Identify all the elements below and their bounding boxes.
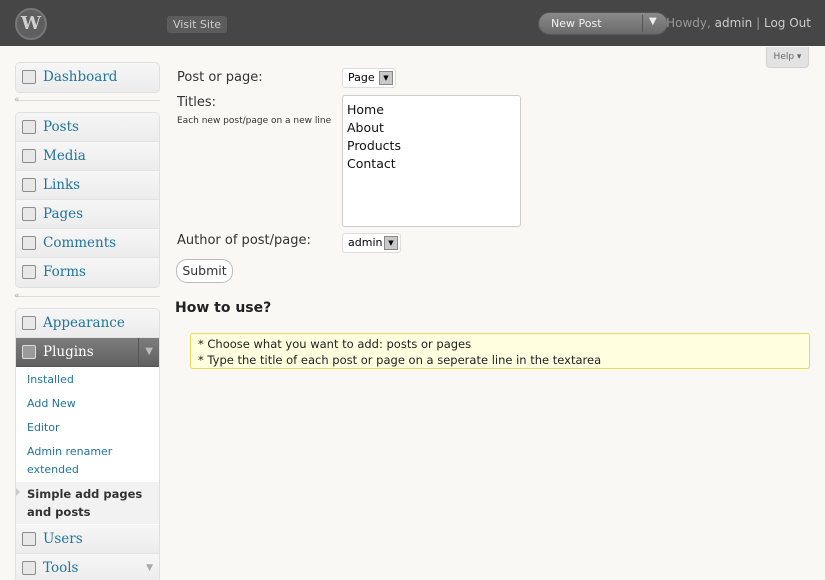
sidebar-item-forms[interactable]: Forms xyxy=(16,258,159,287)
wordpress-logo-icon[interactable]: W xyxy=(15,8,47,40)
forms-icon xyxy=(22,265,36,279)
submenu-item-simple-add-pages[interactable]: Simple add pages and posts xyxy=(16,482,159,524)
sidebar-item-label: Dashboard xyxy=(43,69,118,85)
title-line: Contact xyxy=(347,156,396,171)
sidebar-item-label: Appearance xyxy=(43,315,125,331)
appearance-icon xyxy=(22,316,36,330)
collapse-arrow-icon[interactable]: « xyxy=(14,291,20,301)
how-to-use-box: * Choose what you want to add: posts or … xyxy=(190,333,810,369)
how-to-use-heading: How to use? xyxy=(175,300,272,316)
logout-link[interactable]: Log Out xyxy=(764,16,811,30)
sidebar-item-label: Plugins xyxy=(43,344,94,360)
dashboard-icon xyxy=(22,70,36,84)
submenu-item-admin-renamer[interactable]: Admin renamer extended xyxy=(16,440,159,482)
sidebar-item-users[interactable]: Users xyxy=(16,525,159,554)
sidebar-item-label: Users xyxy=(43,531,83,547)
sidebar-item-label: Comments xyxy=(43,235,117,251)
sidebar-item-label: Posts xyxy=(43,119,79,135)
submenu-item-editor[interactable]: Editor xyxy=(16,416,159,440)
new-post-divider xyxy=(642,15,643,32)
post-type-select[interactable]: Page ▼ xyxy=(342,68,396,88)
collapse-arrow-icon[interactable]: « xyxy=(14,95,20,105)
chevron-down-icon[interactable]: ▼ xyxy=(145,338,153,366)
menu-separator xyxy=(15,296,160,297)
sidebar-item-dashboard[interactable]: Dashboard xyxy=(16,63,159,92)
help-tab[interactable]: Help ▾ xyxy=(766,47,809,68)
pages-icon xyxy=(22,207,36,221)
title-line: Home xyxy=(347,102,384,117)
sidebar-item-label: Forms xyxy=(43,264,86,280)
user-profile-link[interactable]: admin xyxy=(715,16,753,30)
menu-separator xyxy=(15,100,160,101)
tools-icon xyxy=(22,561,36,575)
pin-icon xyxy=(22,120,36,134)
title-line: About xyxy=(347,120,384,135)
user-greeting: Howdy, admin | Log Out xyxy=(666,16,811,30)
title-line: Products xyxy=(347,138,401,153)
sidebar-item-appearance[interactable]: Appearance xyxy=(16,309,159,338)
header-divider: | xyxy=(756,16,761,30)
sidebar-item-plugins[interactable]: Plugins ▼ xyxy=(16,338,159,367)
admin-header: W Visit Site New Post ▼ Howdy, admin | L… xyxy=(0,0,825,46)
chain-link-icon xyxy=(22,178,36,192)
sidebar-item-label: Pages xyxy=(43,206,84,222)
submenu-item-add-new[interactable]: Add New xyxy=(16,392,159,416)
author-label: Author of post/page: xyxy=(177,233,311,248)
chevron-down-icon[interactable]: ▼ xyxy=(649,16,657,27)
titles-label: Titles: xyxy=(177,95,217,110)
submenu-item-installed[interactable]: Installed xyxy=(16,368,159,392)
sidebar-item-label: Media xyxy=(43,148,86,164)
titles-textarea[interactable]: Home About Products Contact xyxy=(342,95,521,227)
sidebar-item-comments[interactable]: Comments xyxy=(16,229,159,258)
author-select[interactable]: admin ▼ xyxy=(342,233,401,253)
instruction-line: * Type the title of each post or page on… xyxy=(198,353,602,367)
sidebar-item-pages[interactable]: Pages xyxy=(16,200,159,229)
chevron-down-icon[interactable]: ▼ xyxy=(384,236,398,250)
plugins-submenu: Installed Add New Editor Admin renamer e… xyxy=(16,367,159,525)
sidebar-item-label: Links xyxy=(43,177,81,193)
instruction-line: * Choose what you want to add: posts or … xyxy=(198,337,472,351)
users-icon xyxy=(22,532,36,546)
sidebar-item-tools[interactable]: Tools ▼ xyxy=(16,554,159,580)
post-or-page-label: Post or page: xyxy=(177,70,263,85)
sidebar-item-label: Tools xyxy=(43,560,79,576)
menu-group-content: Posts Media Links Pages Comments Forms xyxy=(15,112,160,288)
menu-group-dashboard: Dashboard xyxy=(15,62,160,93)
chevron-down-icon[interactable]: ▼ xyxy=(379,71,393,85)
chevron-down-icon[interactable]: ▼ xyxy=(146,554,153,580)
howdy-text: Howdy, xyxy=(666,16,711,30)
media-icon xyxy=(22,149,36,163)
sidebar-item-links[interactable]: Links xyxy=(16,171,159,200)
author-value: admin xyxy=(348,236,383,249)
post-type-value: Page xyxy=(348,71,375,84)
new-post-label[interactable]: New Post xyxy=(551,17,602,30)
submit-button[interactable]: Submit xyxy=(176,259,233,283)
titles-hint: Each new post/page on a new line xyxy=(177,116,332,126)
comment-bubble-icon xyxy=(22,236,36,250)
visit-site-button[interactable]: Visit Site xyxy=(167,16,228,33)
new-post-button[interactable]: New Post ▼ xyxy=(538,12,668,35)
toggle-divider xyxy=(138,338,139,367)
menu-group-admin: Appearance Plugins ▼ Installed Add New E… xyxy=(15,308,160,580)
plug-icon xyxy=(22,345,36,359)
sidebar-item-media[interactable]: Media xyxy=(16,142,159,171)
sidebar-item-posts[interactable]: Posts xyxy=(16,113,159,142)
